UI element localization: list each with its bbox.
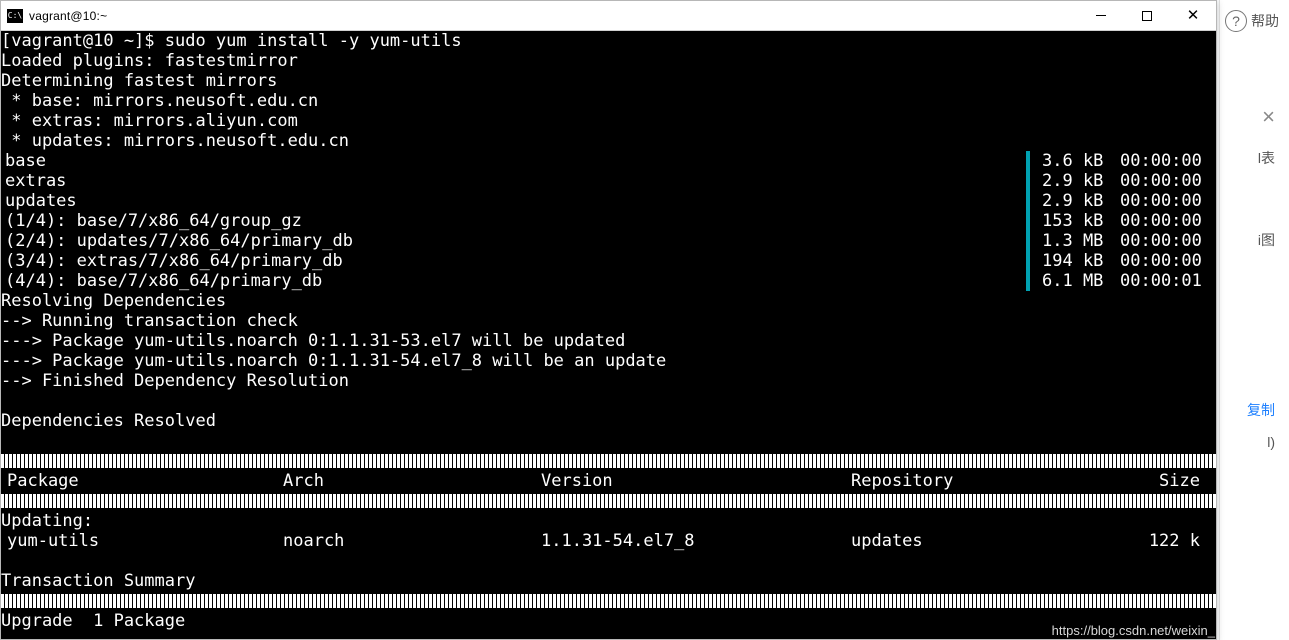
upgrade-summary: Upgrade 1 Package	[1, 611, 1216, 631]
col-header-version: Version	[541, 471, 851, 491]
term-line: Resolving Dependencies	[1, 291, 1216, 311]
col-header-size: Size	[1127, 471, 1216, 491]
help-label: 帮助	[1251, 11, 1279, 31]
cell-version: 1.1.31-54.el7_8	[541, 531, 851, 551]
separator-bottom	[1, 594, 1216, 608]
terminal-app-icon: C:\	[7, 9, 23, 23]
term-line: * base: mirrors.neusoft.edu.cn	[1, 91, 1216, 111]
term-line: ---> Package yum-utils.noarch 0:1.1.31-5…	[1, 331, 1216, 351]
download-size: 6.1 MB	[1042, 271, 1120, 291]
download-size: 2.9 kB	[1042, 171, 1120, 191]
window-title: vagrant@10:~	[29, 9, 107, 23]
download-size: 194 kB	[1042, 251, 1120, 271]
download-time: 00:00:00	[1120, 231, 1216, 251]
col-header-package: Package	[7, 471, 283, 491]
term-line	[1, 551, 1216, 571]
download-time: 00:00:01	[1120, 271, 1216, 291]
download-row: base 3.6 kB00:00:00	[1, 151, 1216, 171]
separator-top	[1, 454, 1216, 468]
term-line	[1, 431, 1216, 451]
term-line	[1, 391, 1216, 411]
col-header-arch: Arch	[283, 471, 541, 491]
term-line: Determining fastest mirrors	[1, 71, 1216, 91]
pkg-row: yum-utilsnoarch1.1.31-54.el7_8updates122…	[1, 531, 1216, 551]
download-name: (4/4): base/7/x86_64/primary_db	[1, 271, 322, 291]
progress-bar-icon	[1026, 231, 1030, 251]
close-button[interactable]: ✕	[1170, 1, 1216, 31]
download-progress-block: base3.6 kB00:00:00extras2.9 kB00:00:00up…	[1, 151, 1216, 291]
download-size: 1.3 MB	[1042, 231, 1120, 251]
download-row: (3/4): extras/7/x86_64/primary_db 194 kB0…	[1, 251, 1216, 271]
col-header-repository: Repository	[851, 471, 1127, 491]
cell-repository: updates	[851, 531, 1127, 551]
progress-bar-icon	[1026, 151, 1030, 171]
progress-bar-icon	[1026, 171, 1030, 191]
cell-arch: noarch	[283, 531, 541, 551]
help-icon: ?	[1225, 10, 1247, 32]
progress-bar-icon	[1026, 211, 1030, 231]
download-row: (2/4): updates/7/x86_64/primary_db 1.3 MB…	[1, 231, 1216, 251]
term-line: Loaded plugins: fastestmirror	[1, 51, 1216, 71]
download-row: extras 2.9 kB00:00:00	[1, 171, 1216, 191]
pkg-table-header: Package Arch Version Repository Size	[1, 471, 1216, 491]
download-name: extras	[1, 171, 66, 191]
term-line: Transaction Summary	[1, 571, 1216, 591]
close-icon[interactable]: ×	[1262, 104, 1275, 130]
download-name: (2/4): updates/7/x86_64/primary_db	[1, 231, 353, 251]
progress-bar-icon	[1026, 271, 1030, 291]
help-link[interactable]: ? 帮助	[1225, 10, 1279, 32]
download-row: updates 2.9 kB00:00:00	[1, 191, 1216, 211]
download-size: 2.9 kB	[1042, 191, 1120, 211]
download-name: base	[1, 151, 46, 171]
download-size: 3.6 kB	[1042, 151, 1120, 171]
download-row: (1/4): base/7/x86_64/group_gz 153 kB00:00…	[1, 211, 1216, 231]
term-line: Dependencies Resolved	[1, 411, 1216, 431]
minimize-button[interactable]	[1078, 1, 1124, 31]
download-time: 00:00:00	[1120, 251, 1216, 271]
titlebar[interactable]: C:\ vagrant@10:~ ✕	[1, 1, 1216, 31]
terminal-body[interactable]: [vagrant@10 ~]$ sudo yum install -y yum-…	[1, 31, 1216, 639]
term-output-top: Loaded plugins: fastestmirrorDetermining…	[1, 51, 1216, 151]
window-controls: ✕	[1078, 1, 1216, 31]
cell-size: 122 k	[1127, 531, 1216, 551]
cell-package: yum-utils	[7, 531, 283, 551]
download-time: 00:00:00	[1120, 211, 1216, 231]
term-line: --> Finished Dependency Resolution	[1, 371, 1216, 391]
terminal-window: C:\ vagrant@10:~ ✕ [vagrant@10 ~]$ sudo …	[0, 0, 1217, 640]
right-side-panel: ? 帮助 × l表 i图 复制 l)	[1219, 0, 1289, 640]
side-item-biao[interactable]: l表	[1258, 148, 1275, 168]
progress-bar-icon	[1026, 191, 1030, 211]
download-time: 00:00:00	[1120, 191, 1216, 211]
download-name: (1/4): base/7/x86_64/group_gz	[1, 211, 302, 231]
section-updating: Updating:	[1, 511, 1216, 531]
side-item-paren: l)	[1267, 434, 1275, 450]
side-copy-link[interactable]: 复制	[1247, 400, 1275, 420]
download-name: (3/4): extras/7/x86_64/primary_db	[1, 251, 343, 271]
minimize-icon	[1096, 15, 1106, 16]
download-row: (4/4): base/7/x86_64/primary_db 6.1 MB00:…	[1, 271, 1216, 291]
separator-mid	[1, 494, 1216, 508]
maximize-button[interactable]	[1124, 1, 1170, 31]
pkg-table-rows: yum-utilsnoarch1.1.31-54.el7_8updates122…	[1, 531, 1216, 551]
maximize-icon	[1142, 11, 1152, 21]
download-name: updates	[1, 191, 77, 211]
term-line: --> Running transaction check	[1, 311, 1216, 331]
download-time: 00:00:00	[1120, 151, 1216, 171]
download-time: 00:00:00	[1120, 171, 1216, 191]
progress-bar-icon	[1026, 251, 1030, 271]
transaction-summary-block: Transaction Summary	[1, 551, 1216, 591]
term-line: ---> Package yum-utils.noarch 0:1.1.31-5…	[1, 351, 1216, 371]
term-line: * extras: mirrors.aliyun.com	[1, 111, 1216, 131]
prompt-line: [vagrant@10 ~]$ sudo yum install -y yum-…	[1, 31, 1216, 51]
term-line: * updates: mirrors.neusoft.edu.cn	[1, 131, 1216, 151]
dependency-block: Resolving Dependencies--> Running transa…	[1, 291, 1216, 451]
close-icon: ✕	[1187, 8, 1200, 23]
side-item-tu[interactable]: i图	[1258, 230, 1275, 250]
download-size: 153 kB	[1042, 211, 1120, 231]
